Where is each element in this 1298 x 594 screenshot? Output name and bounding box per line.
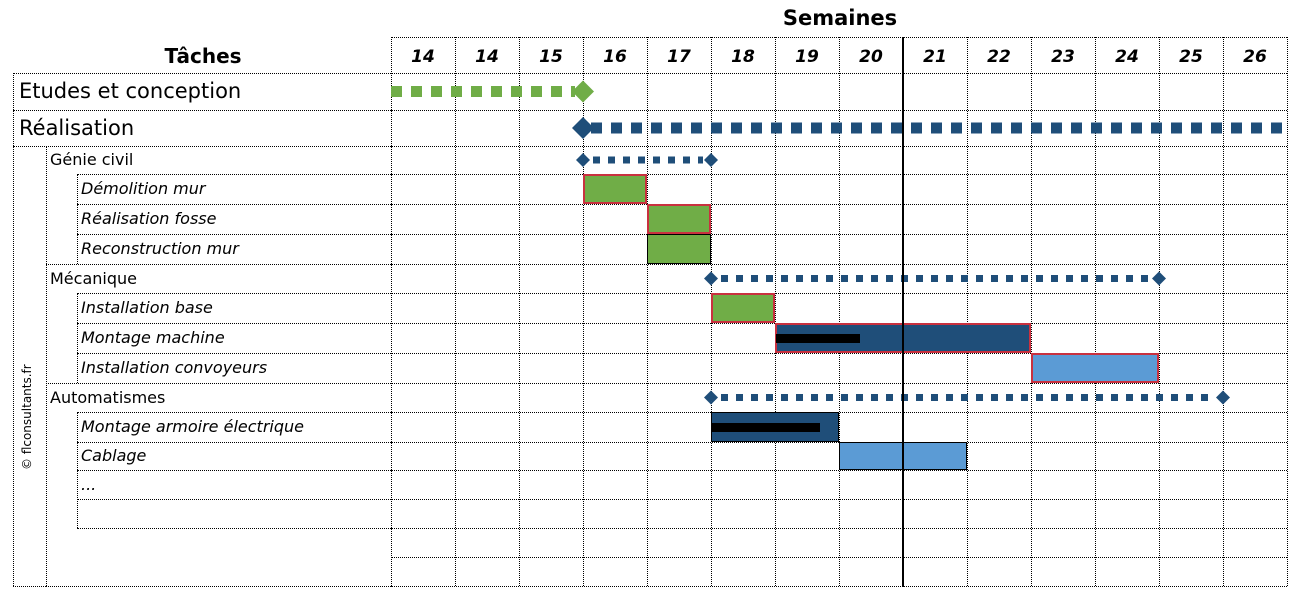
milestone-diamond-icon	[704, 271, 718, 286]
milestone-diamond-icon	[704, 390, 718, 405]
current-week-line	[902, 37, 904, 587]
milestone-diamond-icon	[576, 153, 590, 167]
phase-lines	[391, 80, 1289, 405]
milestone-diamond-icon	[1216, 390, 1230, 405]
milestone-diamond-icon	[572, 117, 594, 139]
milestone-diamond-icon	[704, 153, 718, 167]
milestone-diamond-icon	[1152, 271, 1166, 286]
milestone-diamond-icon	[572, 80, 594, 103]
